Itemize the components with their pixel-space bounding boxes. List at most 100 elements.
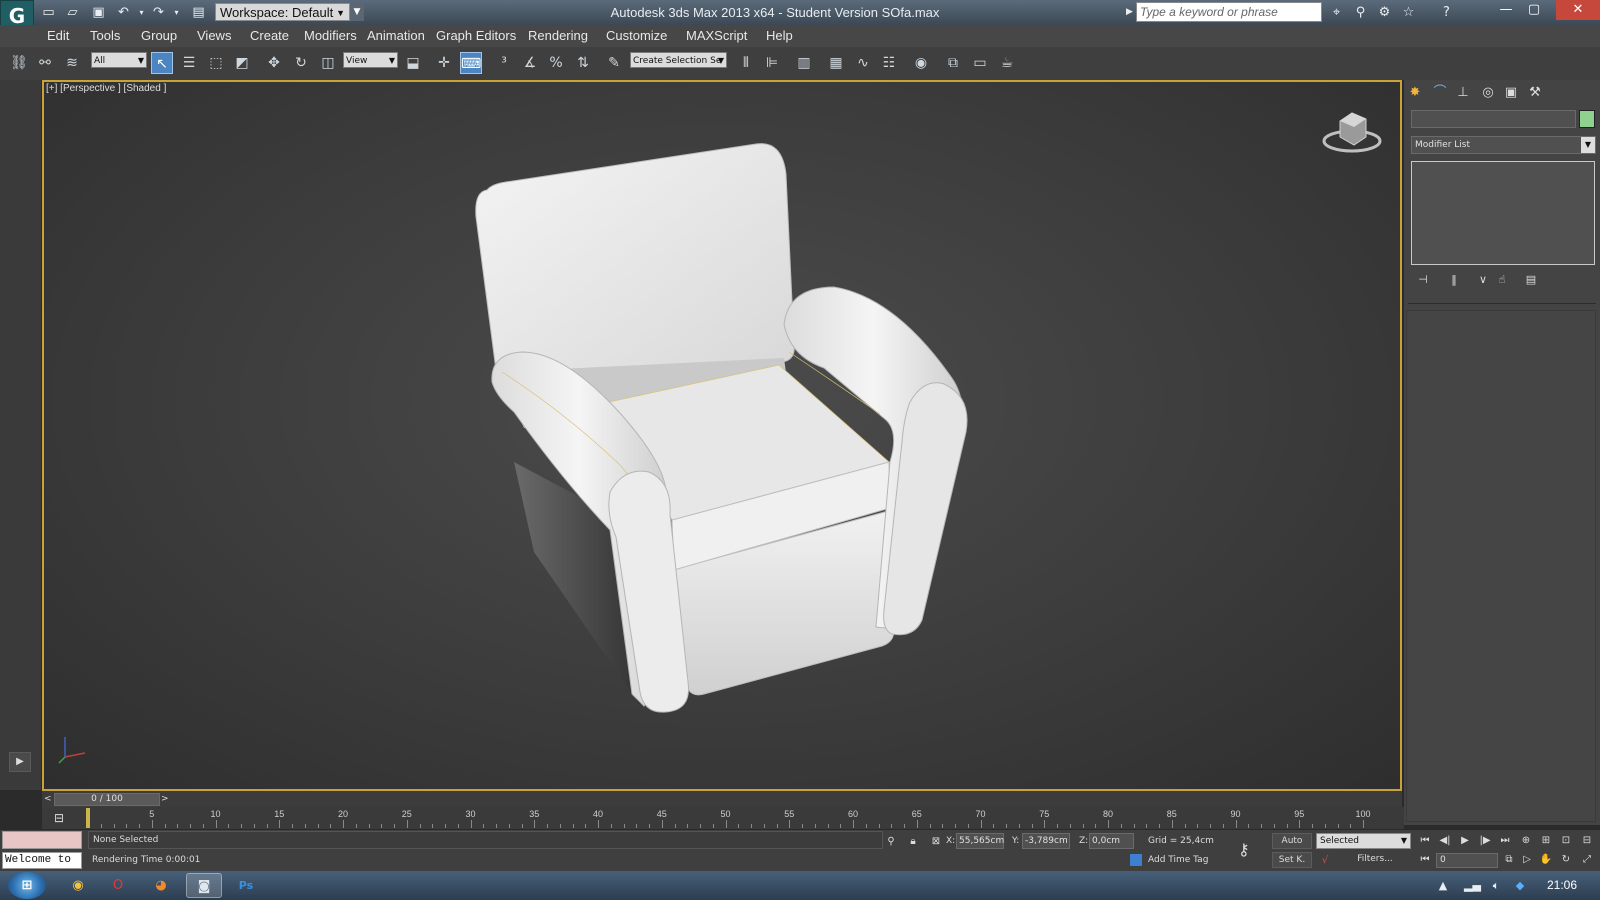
percent-snap-icon[interactable]: %: [545, 52, 567, 74]
isolate-selection-icon[interactable]: ⚲: [884, 835, 898, 849]
go-to-end-icon[interactable]: ⏭: [1496, 833, 1514, 849]
close-icon[interactable]: ✕: [1556, 0, 1600, 20]
time-slider-next-icon[interactable]: >: [161, 793, 171, 806]
menu-maxscript[interactable]: MAXScript: [686, 25, 747, 47]
create-tab-icon[interactable]: ✸: [1405, 84, 1425, 102]
key-mode-toggle-icon[interactable]: ⏮: [1416, 852, 1434, 868]
maximize-icon[interactable]: ▢: [1520, 0, 1548, 20]
snaps-toggle-icon[interactable]: ³: [493, 52, 515, 74]
remove-modifier-icon[interactable]: ☝: [1493, 272, 1511, 288]
menu-views[interactable]: Views: [197, 25, 231, 47]
bind-to-space-warp-icon[interactable]: ≋: [61, 52, 83, 74]
schematic-view-icon[interactable]: ☷: [878, 52, 900, 74]
next-frame-icon[interactable]: |▶: [1476, 833, 1494, 849]
time-configuration-icon[interactable]: ⧉: [1500, 852, 1518, 868]
x-coord-field[interactable]: 55,565cm: [956, 833, 1004, 849]
taskbar-clock[interactable]: 21:06: [1540, 871, 1584, 900]
render-setup-icon[interactable]: ⧉: [942, 52, 964, 74]
render-teapot-icon[interactable]: ☕: [996, 52, 1018, 74]
graphite-ribbon-icon[interactable]: ▦: [825, 52, 847, 74]
menu-group[interactable]: Group: [141, 25, 177, 47]
time-cursor[interactable]: [86, 808, 90, 828]
minimize-icon[interactable]: —: [1492, 0, 1520, 20]
key-filters-button[interactable]: Filters...: [1340, 852, 1410, 868]
menu-help[interactable]: Help: [766, 25, 793, 47]
menu-animation[interactable]: Animation: [367, 25, 425, 47]
current-frame-field[interactable]: 0: [1436, 853, 1498, 868]
tray-expand-icon[interactable]: ▲: [1435, 878, 1451, 894]
3dsmax-taskbar-icon[interactable]: ◙: [186, 873, 222, 898]
menu-tools[interactable]: Tools: [90, 25, 120, 47]
undo-dropdown-icon[interactable]: ▾: [133, 4, 150, 21]
pivot-center-icon[interactable]: ⬓: [402, 52, 424, 74]
material-editor-icon[interactable]: ◉: [910, 52, 932, 74]
workspace-dropdown[interactable]: Workspace: Default ▼: [215, 3, 350, 21]
opera-icon[interactable]: O: [100, 873, 136, 898]
spinner-snap-icon[interactable]: ⇅: [572, 52, 594, 74]
binoculars-icon[interactable]: ⌖: [1328, 4, 1345, 21]
pan-view-icon[interactable]: ✋: [1537, 852, 1555, 868]
dropbox-icon[interactable]: ◆: [1512, 878, 1528, 894]
modifier-stack[interactable]: [1411, 161, 1595, 265]
field-of-view-icon[interactable]: ▷: [1518, 852, 1536, 868]
select-by-name-icon[interactable]: ☰: [178, 52, 200, 74]
photoshop-icon[interactable]: Ps: [228, 873, 264, 898]
go-to-start-icon[interactable]: ⏮: [1416, 833, 1434, 849]
communication-center-icon[interactable]: ⚲: [1352, 4, 1369, 21]
favorites-star-icon[interactable]: ☆: [1400, 4, 1417, 21]
select-and-move-icon[interactable]: ✥: [263, 52, 285, 74]
auto-key-button[interactable]: Auto: [1272, 833, 1312, 849]
redo-icon[interactable]: ↷: [150, 4, 167, 21]
perspective-viewport[interactable]: [42, 80, 1402, 791]
mirror-icon[interactable]: ⫴: [735, 52, 757, 74]
layer-manager-icon[interactable]: ▥: [793, 52, 815, 74]
mini-curve-editor-icon[interactable]: ⊟: [50, 809, 68, 827]
project-folder-icon[interactable]: ▤: [190, 4, 207, 21]
keyboard-shortcut-override-icon[interactable]: ⌨: [460, 52, 482, 74]
orbit-icon[interactable]: ↻: [1557, 852, 1575, 868]
viewport-layout-expand-icon[interactable]: ▶: [9, 752, 31, 772]
time-slider-prev-icon[interactable]: <: [44, 793, 54, 806]
menu-customize[interactable]: Customize: [606, 25, 667, 47]
time-tag-icon[interactable]: [1130, 854, 1142, 866]
y-coord-field[interactable]: -3,789cm: [1022, 833, 1070, 849]
utilities-tab-icon[interactable]: ⚒: [1525, 84, 1545, 102]
menu-modifiers[interactable]: Modifiers: [304, 25, 357, 47]
add-time-tag[interactable]: Add Time Tag: [1148, 852, 1208, 868]
save-file-icon[interactable]: ▣: [90, 4, 107, 21]
z-coord-field[interactable]: 0,0cm: [1089, 833, 1134, 849]
zoom-icon[interactable]: ⊕: [1517, 833, 1535, 849]
rectangular-selection-icon[interactable]: ⬚: [205, 52, 227, 74]
selection-lock-icon[interactable]: 🔒︎: [906, 835, 920, 849]
open-file-icon[interactable]: ▱: [64, 4, 81, 21]
maxscript-listener-pink[interactable]: [2, 831, 82, 849]
subscription-icon[interactable]: ⚙: [1376, 4, 1393, 21]
network-icon[interactable]: ▂▄: [1464, 878, 1481, 894]
edit-named-selection-icon[interactable]: ✎: [603, 52, 625, 74]
undo-icon[interactable]: ↶: [115, 4, 132, 21]
default-tangent-icon[interactable]: √: [1318, 854, 1332, 868]
play-animation-icon[interactable]: ▶: [1456, 833, 1474, 849]
modifier-list-dropdown[interactable]: Modifier List ▼: [1411, 136, 1596, 154]
zoom-all-icon[interactable]: ⊞: [1537, 833, 1555, 849]
object-name-field[interactable]: [1411, 110, 1576, 128]
absolute-mode-icon[interactable]: ⊠: [929, 835, 943, 849]
select-and-link-icon[interactable]: ⛓: [8, 52, 30, 74]
volume-icon[interactable]: 🔈︎: [1488, 878, 1504, 894]
set-key-icon[interactable]: ⚷: [1238, 840, 1250, 859]
menu-edit[interactable]: Edit: [47, 25, 69, 47]
menu-graph-editors[interactable]: Graph Editors: [436, 25, 516, 47]
windows-start-icon[interactable]: ⊞: [8, 872, 46, 899]
maximize-viewport-icon[interactable]: ⤢: [1578, 852, 1596, 868]
show-end-result-icon[interactable]: ‖: [1445, 272, 1463, 288]
frame-ruler[interactable]: 0510152025303540455055606570758085909510…: [88, 807, 1371, 829]
menu-rendering[interactable]: Rendering: [528, 25, 588, 47]
previous-frame-icon[interactable]: ◀|: [1436, 833, 1454, 849]
modify-tab-icon[interactable]: ⌒: [1430, 84, 1450, 102]
select-object-icon[interactable]: ↖: [151, 52, 173, 74]
named-selection-dropdown[interactable]: Create Selection Se ▼: [630, 52, 727, 68]
rendered-frame-window-icon[interactable]: ▭: [969, 52, 991, 74]
curve-editor-icon[interactable]: ∿: [852, 52, 874, 74]
help-icon[interactable]: ?: [1438, 4, 1455, 21]
maxscript-listener-white[interactable]: Welcome to: [2, 852, 82, 869]
